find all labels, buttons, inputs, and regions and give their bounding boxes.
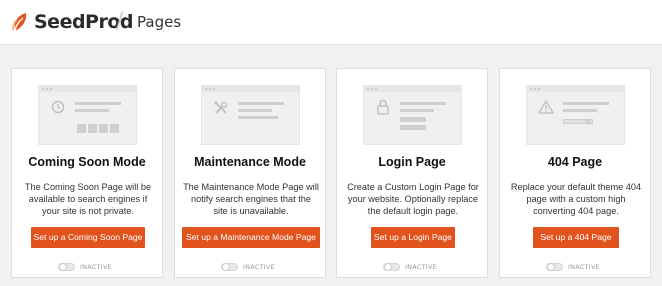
card-coming-soon: Coming Soon Mode The Coming Soon Page wi…: [11, 68, 163, 278]
setup-login-button[interactable]: Set up a Login Page: [371, 227, 455, 248]
status-label: INACTIVE: [243, 263, 275, 271]
status-label: INACTIVE: [80, 263, 112, 271]
warning-icon: [538, 100, 554, 114]
card-title: 404 Page: [547, 155, 603, 169]
status-toggle[interactable]: [221, 263, 238, 271]
status-row: INACTIVE: [58, 262, 112, 272]
card-description: The Maintenance Mode Page will notify se…: [183, 182, 319, 216]
status-row: INACTIVE: [221, 262, 275, 272]
clock-icon: [51, 100, 65, 114]
page-cards: Coming Soon Mode The Coming Soon Page wi…: [11, 68, 653, 278]
seedprod-leaf-icon: [12, 13, 27, 32]
setup-maintenance-button[interactable]: Set up a Maintenance Mode Page: [182, 227, 320, 248]
status-row: INACTIVE: [383, 262, 437, 272]
card-description: Replace your default theme 404 page with…: [510, 182, 642, 216]
card-description: The Coming Soon Page will be available t…: [24, 182, 152, 216]
status-toggle[interactable]: [58, 263, 75, 271]
card-404: 404 Page Replace your default theme 404 …: [499, 68, 651, 278]
tools-icon: [214, 101, 228, 114]
card-title: Coming Soon Mode: [28, 155, 146, 169]
search-icon: [585, 119, 591, 125]
page-illustration: [526, 85, 625, 145]
card-title: Maintenance Mode: [194, 155, 306, 169]
status-toggle[interactable]: [546, 263, 563, 271]
page-illustration: [38, 85, 137, 145]
setup-404-button[interactable]: Set up a 404 Page: [533, 227, 619, 248]
card-login: Login Page Create a Custom Login Page fo…: [336, 68, 488, 278]
header-separator: /: [116, 9, 124, 34]
top-bar: SeedProd / Pages: [0, 0, 662, 45]
status-label: INACTIVE: [568, 263, 600, 271]
status-row: INACTIVE: [546, 262, 600, 272]
status-toggle[interactable]: [383, 263, 400, 271]
card-maintenance: Maintenance Mode The Maintenance Mode Pa…: [174, 68, 326, 278]
seedprod-logo[interactable]: SeedProd: [12, 9, 134, 35]
status-label: INACTIVE: [405, 263, 437, 271]
page-title: Pages: [137, 13, 182, 31]
card-title: Login Page: [378, 155, 446, 169]
card-description: Create a Custom Login Page for your webs…: [347, 182, 479, 216]
page-illustration: [363, 85, 462, 145]
page-illustration: [201, 85, 300, 145]
lock-icon: [377, 99, 389, 115]
setup-coming-soon-button[interactable]: Set up a Coming Soon Page: [31, 227, 145, 248]
